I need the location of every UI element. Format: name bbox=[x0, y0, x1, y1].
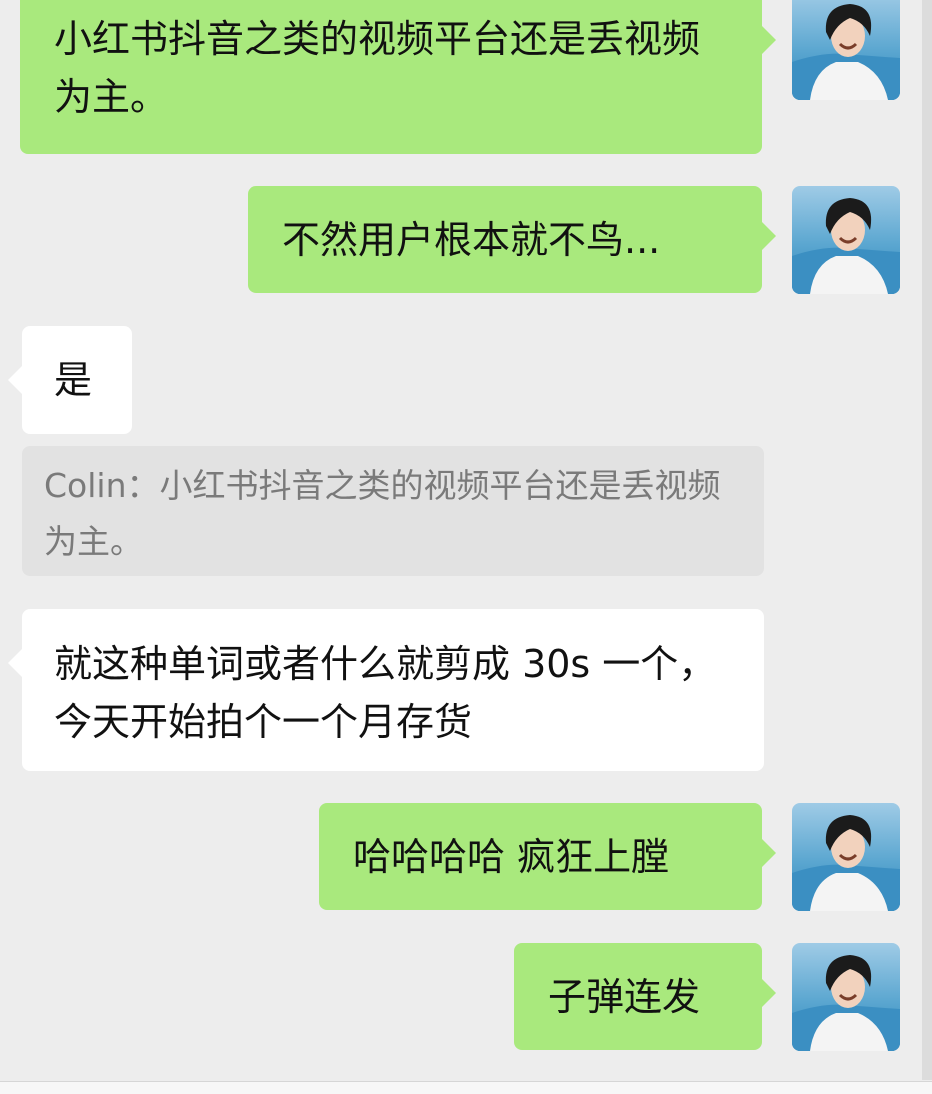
scrollbar[interactable] bbox=[922, 0, 932, 1080]
user-avatar-icon bbox=[792, 0, 900, 100]
self-avatar[interactable] bbox=[792, 0, 900, 100]
quoted-message[interactable]: Colin：小红书抖音之类的视频平台还是丢视频为主。 bbox=[22, 446, 764, 576]
self-avatar[interactable] bbox=[792, 803, 900, 911]
user-avatar-icon bbox=[792, 186, 900, 294]
message-text: 是 bbox=[54, 358, 93, 402]
chat-view[interactable]: 小红书抖音之类的视频平台还是丢视频为主。 不然用户根本就不鸟... 是 Coli… bbox=[0, 0, 932, 1094]
message-text: 子弹连发 bbox=[548, 975, 701, 1019]
message-bubble-received[interactable]: 是 bbox=[8, 326, 132, 434]
message-bubble-sent[interactable]: 哈哈哈哈 疯狂上膛 bbox=[319, 803, 776, 910]
quoted-text: Colin：小红书抖音之类的视频平台还是丢视频为主。 bbox=[44, 466, 721, 561]
user-avatar-icon bbox=[792, 803, 900, 911]
message-text: 哈哈哈哈 疯狂上膛 bbox=[353, 835, 670, 879]
message-text: 就这种单词或者什么就剪成 30s 一个，今天开始拍个一个月存货 bbox=[54, 642, 717, 744]
message-text: 不然用户根本就不鸟... bbox=[282, 218, 661, 262]
message-bubble-sent[interactable]: 小红书抖音之类的视频平台还是丢视频为主。 bbox=[20, 0, 776, 154]
self-avatar[interactable] bbox=[792, 943, 900, 1051]
self-avatar[interactable] bbox=[792, 186, 900, 294]
message-text: 小红书抖音之类的视频平台还是丢视频为主。 bbox=[54, 17, 701, 119]
message-bubble-received[interactable]: 就这种单词或者什么就剪成 30s 一个，今天开始拍个一个月存货 bbox=[8, 609, 764, 771]
message-bubble-sent[interactable]: 子弹连发 bbox=[514, 943, 776, 1050]
user-avatar-icon bbox=[792, 943, 900, 1051]
input-bar-edge bbox=[0, 1081, 932, 1094]
message-bubble-sent[interactable]: 不然用户根本就不鸟... bbox=[248, 186, 776, 293]
